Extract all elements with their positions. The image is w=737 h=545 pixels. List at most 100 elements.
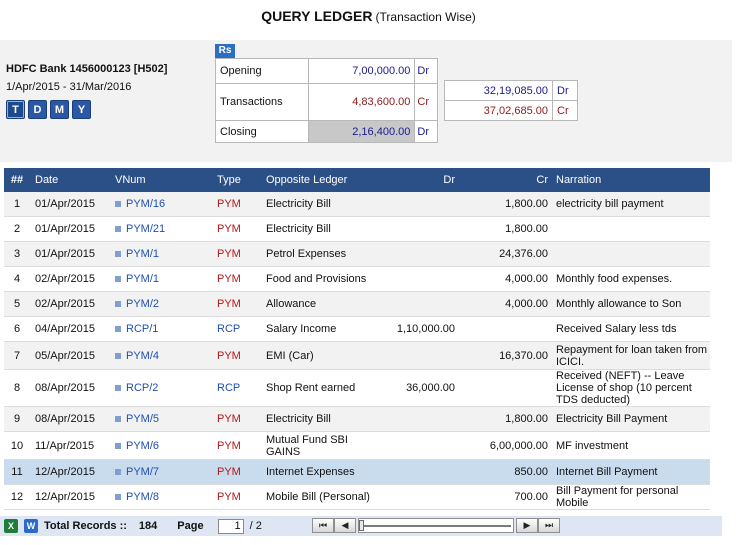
cell-narration: Monthly allowance to Son <box>556 298 682 310</box>
voucher-icon <box>115 326 121 333</box>
voucher-icon <box>115 276 121 283</box>
table-row[interactable]: 1 01/Apr/2015 PYM/16 PYM Electricity Bill 1,8… <box>4 192 710 217</box>
voucher-link[interactable]: RCP/1 <box>126 323 158 335</box>
voucher-link[interactable]: PYM/6 <box>126 440 159 452</box>
table-row[interactable]: 11 12/Apr/2015 PYM/7 PYM Internet Expenses 85… <box>4 460 710 485</box>
cell-vnum[interactable]: PYM/16 <box>110 198 212 210</box>
cell-cr: 6,00,000.00 <box>489 439 548 452</box>
page-title: QUERY LEDGER (Transaction Wise) <box>0 0 737 32</box>
table-row[interactable]: 5 02/Apr/2015 PYM/2 PYM Allowance 4,000.00 Mon… <box>4 292 710 317</box>
voucher-icon <box>115 494 121 501</box>
voucher-icon <box>115 301 121 308</box>
col-header-narration[interactable]: Narration <box>552 174 710 186</box>
cell-vnum[interactable]: PYM/6 <box>110 440 212 452</box>
cell-no: 12 <box>10 491 24 503</box>
cell-opposite-ledger: Internet Expenses <box>266 466 355 478</box>
cell-narration: MF investment <box>556 439 629 452</box>
cell-date: 08/Apr/2015 <box>35 382 95 394</box>
cell-date: 11/Apr/2015 <box>35 439 95 452</box>
col-header-vnum[interactable]: VNum <box>110 174 212 186</box>
cell-opposite-ledger: Shop Rent earned <box>266 382 356 394</box>
cell-date: 08/Apr/2015 <box>35 413 95 425</box>
grid-footer: X W Total Records :: 184 Page 1 / 2 ⏮ ◀ … <box>0 516 722 536</box>
cell-vnum[interactable]: PYM/1 <box>110 273 212 285</box>
voucher-link[interactable]: PYM/16 <box>126 198 165 210</box>
table-row[interactable]: 6 04/Apr/2015 RCP/1 RCP Salary Income 1,10,00… <box>4 317 710 342</box>
col-header-no[interactable]: ## <box>4 174 30 186</box>
date-range: 1/Apr/2015 - 31/Mar/2016 <box>6 81 132 93</box>
table-row[interactable]: 7 05/Apr/2015 PYM/4 PYM EMI (Car) 16,370.00 Re… <box>4 342 710 370</box>
voucher-link[interactable]: PYM/21 <box>126 223 165 235</box>
table-row[interactable]: 9 08/Apr/2015 PYM/5 PYM Electricity Bill 1,80… <box>4 407 710 432</box>
cell-vnum[interactable]: RCP/2 <box>110 382 212 394</box>
page-total: / 2 <box>249 520 262 532</box>
cell-opposite-ledger: Electricity Bill <box>266 223 331 235</box>
cell-opposite-ledger: Petrol Expenses <box>266 248 347 260</box>
cell-vnum[interactable]: PYM/21 <box>110 223 212 235</box>
cell-type: PYM <box>217 491 241 503</box>
cell-vnum[interactable]: PYM/5 <box>110 413 212 425</box>
table-row[interactable]: 10 11/Apr/2015 PYM/6 PYM Mutual Fund SBI GAI… <box>4 432 710 460</box>
cell-opposite-ledger: Mutual Fund SBI GAINS <box>266 433 348 458</box>
col-header-type[interactable]: Type <box>212 174 263 186</box>
cell-vnum[interactable]: PYM/1 <box>110 248 212 260</box>
period-button-t[interactable]: T <box>6 100 25 119</box>
cell-cr: 4,000.00 <box>505 273 548 285</box>
first-page-button[interactable]: ⏮ <box>312 518 334 533</box>
voucher-link[interactable]: PYM/1 <box>126 248 159 260</box>
cell-type: PYM <box>217 223 241 235</box>
total-records-label: Total Records :: <box>44 520 127 532</box>
opening-amount: 7,00,000.00 <box>307 58 416 84</box>
cell-narration: Received (NEFT) -- Leave License of shop… <box>556 370 692 406</box>
voucher-link[interactable]: PYM/1 <box>126 273 159 285</box>
col-header-opposite-ledger[interactable]: Opposite Ledger <box>263 174 373 186</box>
cell-date: 01/Apr/2015 <box>35 223 95 235</box>
cell-vnum[interactable]: PYM/7 <box>110 466 212 478</box>
cell-vnum[interactable]: PYM/2 <box>110 298 212 310</box>
voucher-link[interactable]: PYM/4 <box>126 350 159 362</box>
table-row[interactable]: 4 02/Apr/2015 PYM/1 PYM Food and Provisions 4… <box>4 267 710 292</box>
cell-opposite-ledger: Salary Income <box>266 323 337 335</box>
table-row[interactable]: 12 12/Apr/2015 PYM/8 PYM Mobile Bill (Person… <box>4 485 710 510</box>
next-page-button[interactable]: ▶ <box>516 518 538 533</box>
cell-vnum[interactable]: RCP/1 <box>110 323 212 335</box>
page-title-main: QUERY LEDGER <box>261 8 373 24</box>
voucher-link[interactable]: PYM/8 <box>126 491 159 503</box>
total-cr-row: 37,02,685.00 Cr <box>444 100 578 121</box>
cell-date: 12/Apr/2015 <box>35 491 95 503</box>
slider-thumb[interactable] <box>359 520 364 531</box>
balance-table: Opening 7,00,000.00 Dr Transactions 4,83… <box>215 58 438 143</box>
table-row[interactable]: 8 08/Apr/2015 RCP/2 RCP Shop Rent earned 36,0… <box>4 370 710 407</box>
cell-narration: Received Salary less tds <box>556 323 677 335</box>
cell-vnum[interactable]: PYM/4 <box>110 350 212 362</box>
closing-row: Closing 2,16,400.00 Dr <box>215 120 438 143</box>
page-slider[interactable] <box>358 518 514 533</box>
period-button-y[interactable]: Y <box>72 100 91 119</box>
cell-no: 2 <box>13 223 21 235</box>
cell-vnum[interactable]: PYM/8 <box>110 491 212 503</box>
cell-dr: 1,10,000.00 <box>396 323 455 335</box>
prev-page-button[interactable]: ◀ <box>334 518 356 533</box>
cell-opposite-ledger: Food and Provisions <box>266 273 367 285</box>
col-header-cr[interactable]: Cr <box>459 174 552 186</box>
cell-date: 05/Apr/2015 <box>35 349 95 362</box>
col-header-dr[interactable]: Dr <box>373 174 459 186</box>
period-button-m[interactable]: M <box>50 100 69 119</box>
col-header-date[interactable]: Date <box>30 174 110 186</box>
ledger-grid: ## Date VNum Type Opposite Ledger Dr Cr … <box>4 168 710 510</box>
voucher-icon <box>115 251 121 258</box>
voucher-icon <box>115 201 121 208</box>
voucher-link[interactable]: PYM/5 <box>126 413 159 425</box>
summary-panel: HDFC Bank 1456000123 [H502] 1/Apr/2015 -… <box>0 40 732 162</box>
excel-export-icon[interactable]: X <box>4 519 18 533</box>
page-number-input[interactable]: 1 <box>217 518 244 534</box>
voucher-link[interactable]: PYM/2 <box>126 298 159 310</box>
grid-header: ## Date VNum Type Opposite Ledger Dr Cr … <box>4 168 710 192</box>
voucher-link[interactable]: PYM/7 <box>126 466 159 478</box>
period-button-d[interactable]: D <box>28 100 47 119</box>
last-page-button[interactable]: ⏭ <box>538 518 560 533</box>
table-row[interactable]: 2 01/Apr/2015 PYM/21 PYM Electricity Bill 1,8… <box>4 217 710 242</box>
table-row[interactable]: 3 01/Apr/2015 PYM/1 PYM Petrol Expenses 24,37… <box>4 242 710 267</box>
voucher-link[interactable]: RCP/2 <box>126 382 158 394</box>
word-export-icon[interactable]: W <box>24 519 38 533</box>
